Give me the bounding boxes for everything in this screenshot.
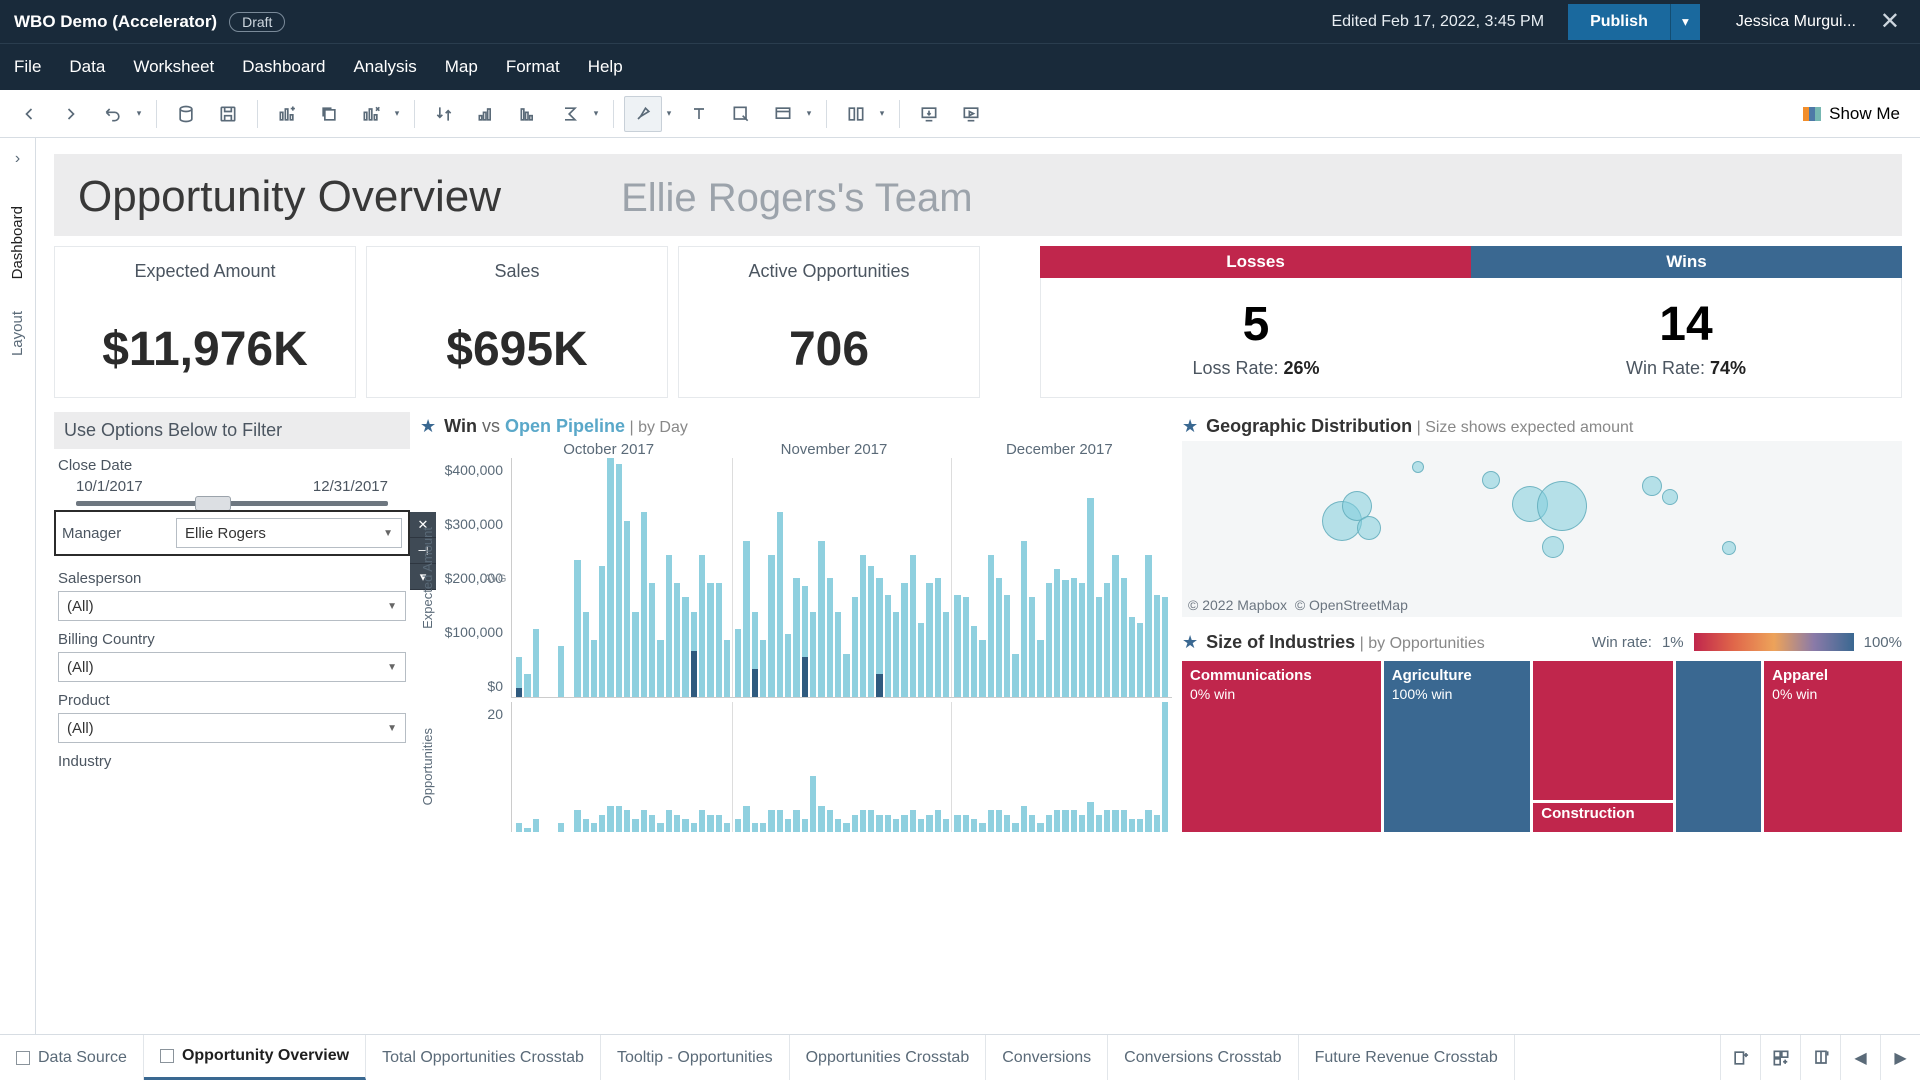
workbook-name: WBO Demo (Accelerator) (14, 12, 217, 32)
publish-button[interactable]: Publish (1568, 4, 1670, 40)
wins-header: Wins (1471, 246, 1902, 278)
tab-tooltip-opp[interactable]: Tooltip - Opportunities (601, 1035, 790, 1080)
kpi-losses-wins[interactable]: Losses Wins 5 Loss Rate: 26% 14 Win Rate… (1040, 246, 1902, 398)
text-icon[interactable] (680, 96, 718, 132)
status-badge: Draft (229, 12, 285, 32)
show-cards-icon[interactable] (837, 96, 875, 132)
menu-map[interactable]: Map (445, 57, 478, 77)
dashboard-icon (160, 1049, 174, 1063)
kpi-sales[interactable]: Sales $695K (366, 246, 668, 398)
highlight-dropdown-icon[interactable]: ▾ (662, 108, 676, 119)
datasource-icon (16, 1051, 30, 1065)
tab-conversions-crosstab[interactable]: Conversions Crosstab (1108, 1035, 1298, 1080)
back-icon[interactable] (10, 96, 48, 132)
win-rate: Win Rate: 74% (1626, 358, 1746, 379)
download-icon[interactable] (910, 96, 948, 132)
annotate-icon[interactable] (722, 96, 760, 132)
dashboard-canvas: Opportunity Overview Ellie Rogers's Team… (36, 138, 1920, 1034)
show-me-button[interactable]: Show Me (1793, 104, 1910, 124)
opportunities-bars[interactable] (511, 702, 1172, 832)
publish-dropdown[interactable]: ▾ (1670, 4, 1700, 40)
team-subtitle: Ellie Rogers's Team (621, 176, 972, 221)
new-worksheet-icon[interactable] (268, 96, 306, 132)
close-date-end: 12/31/2017 (313, 478, 388, 495)
expand-panel-icon[interactable]: › (15, 150, 20, 168)
show-me-icon (1803, 107, 1821, 121)
filter-manager-selected[interactable]: Manager Ellie Rogers▼ ✕ ⊣ ▾ (54, 510, 410, 556)
menu-dashboard[interactable]: Dashboard (242, 57, 325, 77)
fit-dropdown-icon[interactable]: ▾ (802, 108, 816, 119)
tab-total-opp[interactable]: Total Opportunities Crosstab (366, 1035, 601, 1080)
sort-desc-icon[interactable] (509, 96, 547, 132)
filter-panel: Use Options Below to Filter Close Date 1… (54, 412, 410, 832)
tab-data-source[interactable]: Data Source (0, 1035, 144, 1080)
geo-map[interactable]: © 2022 Mapbox © OpenStreetMap (1182, 441, 1902, 617)
toolbar: ▾ ▾ ▾ ▾ ▾ ▾ Show Me (0, 90, 1920, 138)
close-date-start: 10/1/2017 (76, 478, 143, 495)
tab-opp-crosstab[interactable]: Opportunities Crosstab (790, 1035, 987, 1080)
side-panel-tabs: › Dashboard Layout (0, 138, 36, 1034)
clear-dropdown-icon[interactable]: ▾ (390, 108, 404, 119)
new-sheet-icon[interactable] (1720, 1035, 1760, 1080)
title-bar: WBO Demo (Accelerator) Draft Edited Feb … (0, 0, 1920, 43)
totals-dropdown-icon[interactable]: ▾ (589, 108, 603, 119)
tab-opportunity-overview[interactable]: Opportunity Overview (144, 1035, 366, 1080)
losses-value: 5 (1243, 297, 1270, 352)
industries-treemap[interactable]: Communications0% win Agriculture100% win… (1182, 661, 1902, 832)
menu-data[interactable]: Data (69, 57, 105, 77)
wins-value: 14 (1659, 297, 1712, 352)
menu-file[interactable]: File (14, 57, 41, 77)
tab-future-revenue[interactable]: Future Revenue Crosstab (1299, 1035, 1515, 1080)
kpi-active[interactable]: Active Opportunities 706 (678, 246, 980, 398)
undo-icon[interactable] (94, 96, 132, 132)
last-edited: Edited Feb 17, 2022, 3:45 PM (1331, 13, 1544, 31)
new-dashboard-icon[interactable] (1760, 1035, 1800, 1080)
highlight-icon[interactable] (624, 96, 662, 132)
sort-asc-icon[interactable] (467, 96, 505, 132)
presentation-icon[interactable] (952, 96, 990, 132)
star-icon: ★ (1182, 416, 1198, 437)
manager-dropdown[interactable]: Ellie Rogers▼ (176, 518, 402, 548)
totals-icon[interactable] (551, 96, 589, 132)
kpi-expected[interactable]: Expected Amount $11,976K (54, 246, 356, 398)
winrate-gradient (1694, 633, 1854, 651)
dashboard-header: Opportunity Overview Ellie Rogers's Team (54, 154, 1902, 236)
tab-next-icon[interactable]: ▶ (1880, 1035, 1920, 1080)
tab-prev-icon[interactable]: ◀ (1840, 1035, 1880, 1080)
undo-dropdown-icon[interactable]: ▾ (132, 108, 146, 119)
save-icon[interactable] (209, 96, 247, 132)
side-tab-layout[interactable]: Layout (9, 295, 26, 372)
expected-amount-bars[interactable]: AVG (511, 458, 1172, 698)
close-date-slider[interactable] (76, 501, 388, 506)
new-story-icon[interactable] (1800, 1035, 1840, 1080)
clear-icon[interactable] (352, 96, 390, 132)
forward-icon[interactable] (52, 96, 90, 132)
menu-format[interactable]: Format (506, 57, 560, 77)
menu-worksheet[interactable]: Worksheet (133, 57, 214, 77)
side-tab-dashboard[interactable]: Dashboard (9, 190, 26, 295)
loss-rate: Loss Rate: 26% (1192, 358, 1319, 379)
duplicate-icon[interactable] (310, 96, 348, 132)
page-title: Opportunity Overview (78, 172, 501, 222)
new-data-icon[interactable] (167, 96, 205, 132)
fit-icon[interactable] (764, 96, 802, 132)
filter-panel-header: Use Options Below to Filter (54, 412, 410, 449)
menu-bar: File Data Worksheet Dashboard Analysis M… (0, 43, 1920, 90)
win-pipeline-chart[interactable]: ★ Win vs Open Pipeline | by Day October … (420, 412, 1172, 832)
star-icon: ★ (420, 416, 436, 437)
sheet-tabs: Data Source Opportunity Overview Total O… (0, 1034, 1920, 1080)
menu-help[interactable]: Help (588, 57, 623, 77)
star-icon: ★ (1182, 632, 1198, 653)
tab-conversions[interactable]: Conversions (986, 1035, 1108, 1080)
user-name[interactable]: Jessica Murgui... (1736, 13, 1856, 31)
product-dropdown[interactable]: (All)▼ (58, 713, 406, 743)
salesperson-dropdown[interactable]: (All)▼ (58, 591, 406, 621)
close-icon[interactable]: ✕ (1874, 7, 1906, 36)
show-cards-dropdown-icon[interactable]: ▾ (875, 108, 889, 119)
swap-icon[interactable] (425, 96, 463, 132)
menu-analysis[interactable]: Analysis (353, 57, 416, 77)
billing-dropdown[interactable]: (All)▼ (58, 652, 406, 682)
losses-header: Losses (1040, 246, 1471, 278)
